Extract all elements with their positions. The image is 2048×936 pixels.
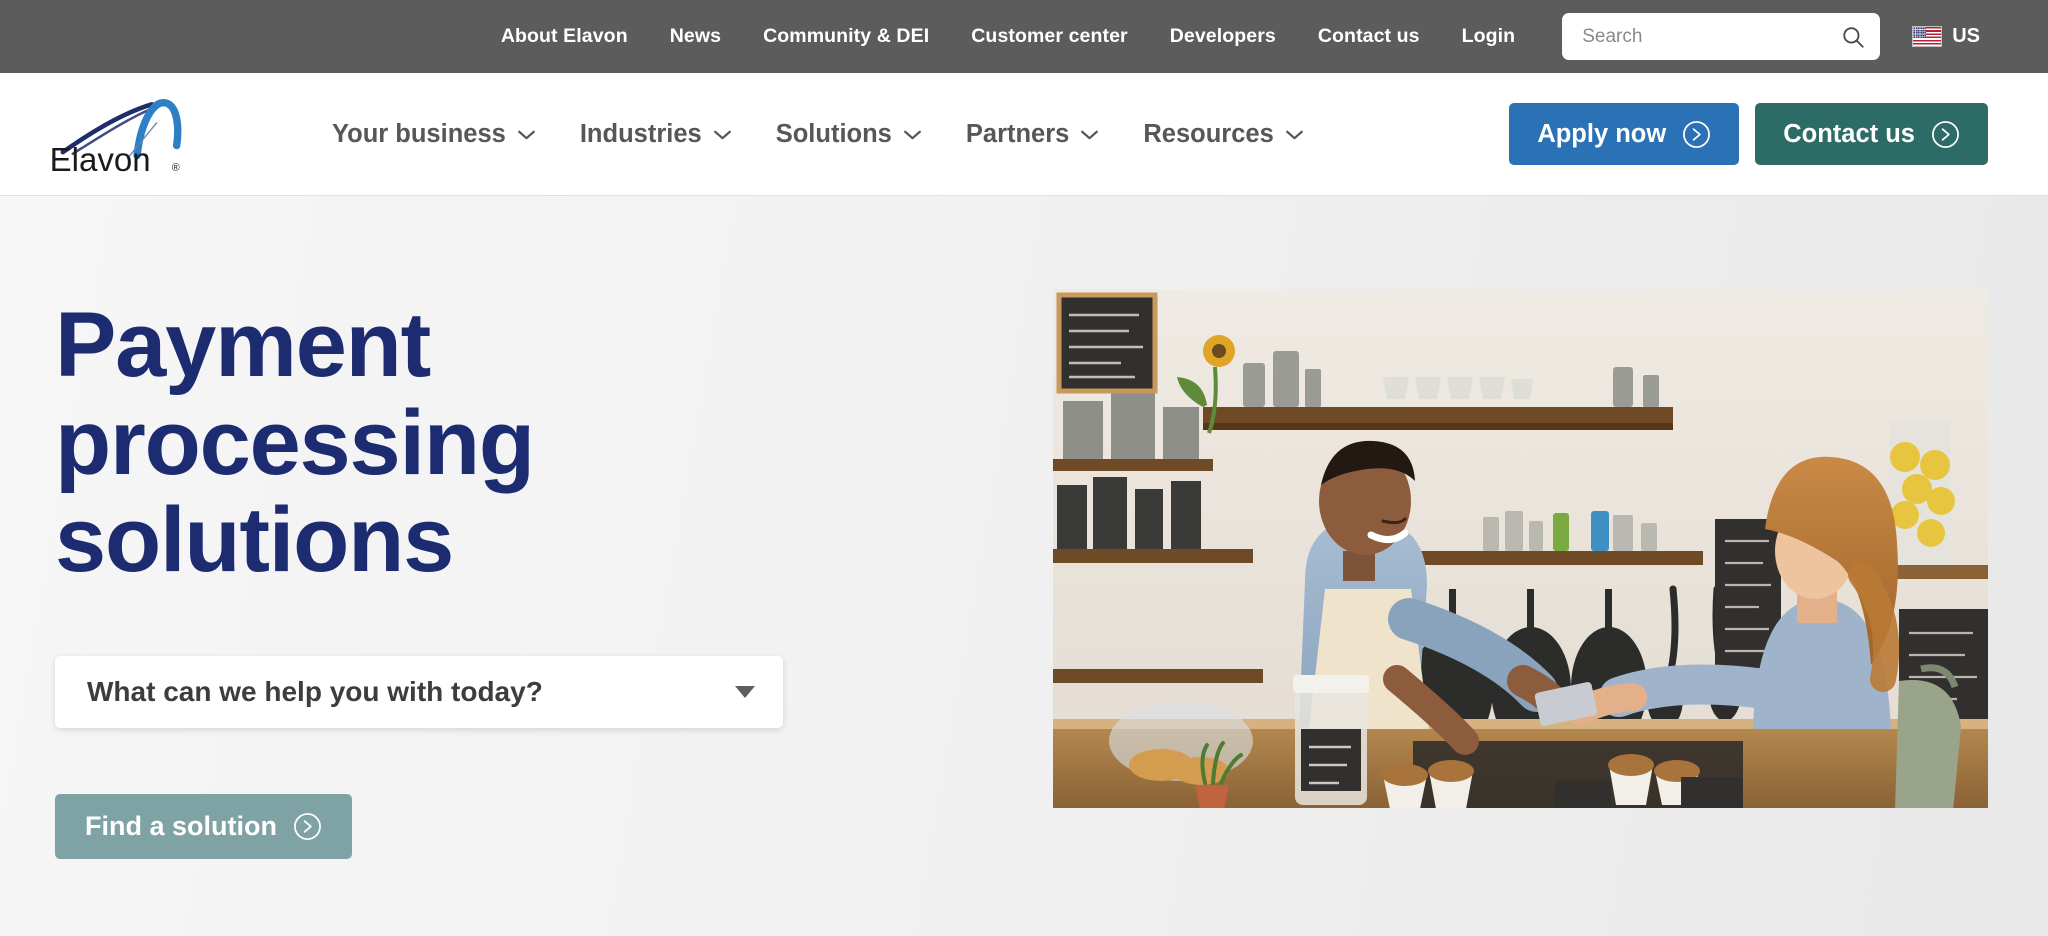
help-topic-select-value: What can we help you with today? — [87, 675, 543, 707]
utility-nav: About Elavon News Community & DEI Custom… — [480, 25, 1536, 48]
us-flag-icon — [1912, 26, 1943, 47]
apply-now-button[interactable]: Apply now — [1509, 103, 1740, 165]
nav-label: Partners — [965, 119, 1070, 148]
arrow-right-circle-icon — [294, 812, 321, 840]
nav-label: Industries — [579, 119, 702, 148]
utility-bar: About Elavon News Community & DEI Custom… — [0, 0, 2048, 73]
utility-link-about-elavon[interactable]: About Elavon — [480, 25, 649, 48]
header-cta-group: Apply now Contact us — [1509, 103, 1988, 165]
utility-link-developers[interactable]: Developers — [1149, 25, 1297, 48]
caret-down-icon — [735, 685, 755, 698]
nav-item-partners[interactable]: Partners — [944, 120, 1121, 149]
chevron-down-icon — [1081, 130, 1099, 139]
region-label: US — [1952, 25, 1980, 47]
nav-label: Your business — [332, 119, 506, 148]
page-title: Payment processing solutions — [55, 294, 535, 592]
search-box[interactable] — [1562, 13, 1881, 60]
chevron-down-icon — [517, 130, 535, 139]
nav-item-industries[interactable]: Industries — [558, 120, 754, 149]
nav-label: Solutions — [775, 119, 892, 148]
hero-section: Payment processing solutions What can we… — [0, 196, 2048, 936]
elavon-logo[interactable]: Elavon ® — [48, 94, 213, 174]
contact-us-button[interactable]: Contact us — [1755, 103, 1988, 165]
chevron-down-icon — [903, 130, 921, 139]
svg-text:Elavon: Elavon — [50, 141, 151, 174]
utility-link-news[interactable]: News — [649, 25, 742, 48]
utility-link-contact-us[interactable]: Contact us — [1297, 25, 1441, 48]
elavon-logo-mark: Elavon ® — [50, 98, 182, 174]
nav-item-your-business[interactable]: Your business — [310, 120, 558, 149]
nav-label: Resources — [1143, 119, 1274, 148]
utility-link-login[interactable]: Login — [1441, 25, 1537, 48]
search-input[interactable] — [1582, 25, 1841, 48]
region-selector[interactable]: US — [1912, 25, 1980, 48]
hero-content: Payment processing solutions What can we… — [55, 289, 980, 936]
contact-us-label: Contact us — [1783, 119, 1915, 148]
find-a-solution-button[interactable]: Find a solution — [55, 793, 352, 859]
chevron-down-icon — [713, 130, 731, 139]
arrow-right-circle-icon — [1683, 120, 1711, 148]
utility-link-community-dei[interactable]: Community & DEI — [742, 25, 950, 48]
hero-image-illustration — [1053, 289, 1988, 808]
utility-link-customer-center[interactable]: Customer center — [950, 25, 1148, 48]
chevron-down-icon — [1285, 130, 1303, 139]
hero-image — [1053, 289, 1988, 808]
hero-media — [980, 289, 1988, 936]
main-nav: Your business Industries Solutions Partn… — [310, 120, 1326, 149]
search-icon[interactable] — [1840, 24, 1866, 50]
help-topic-select[interactable]: What can we help you with today? — [55, 655, 783, 728]
main-header: Elavon ® Your business Industries Soluti… — [0, 73, 2048, 196]
nav-item-resources[interactable]: Resources — [1121, 120, 1325, 149]
nav-item-solutions[interactable]: Solutions — [754, 120, 944, 149]
apply-now-label: Apply now — [1537, 119, 1667, 148]
svg-text:®: ® — [172, 162, 180, 174]
find-a-solution-label: Find a solution — [85, 810, 277, 841]
arrow-right-circle-icon — [1932, 120, 1959, 148]
